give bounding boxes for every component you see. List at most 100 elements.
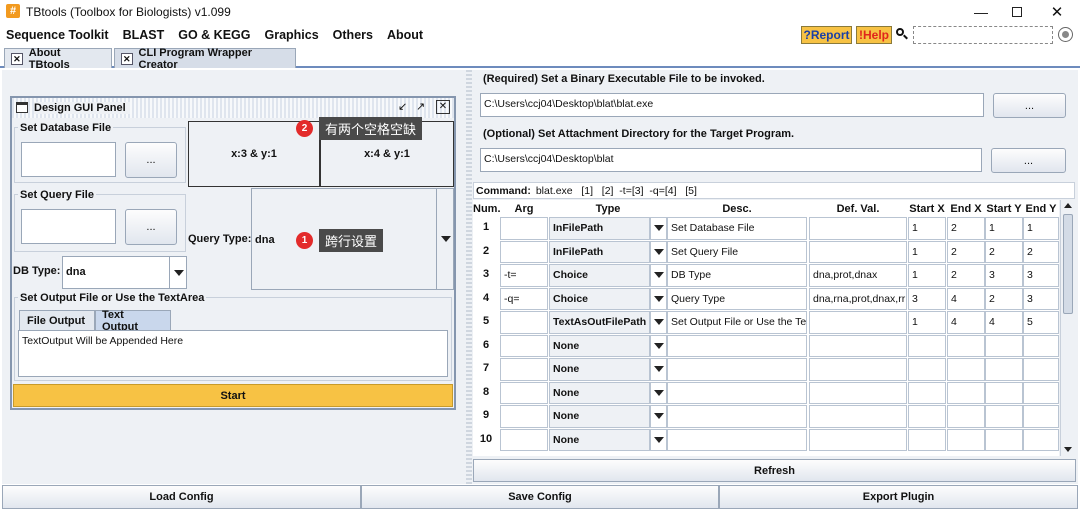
table-cell-sx[interactable]: 1 bbox=[908, 240, 946, 263]
chevron-down-icon[interactable] bbox=[169, 257, 187, 288]
db-file-input[interactable] bbox=[21, 142, 116, 177]
table-cell-ey[interactable]: 2 bbox=[1023, 240, 1059, 263]
table-cell-arg[interactable] bbox=[500, 405, 548, 428]
table-cell-def[interactable] bbox=[809, 358, 907, 381]
table-cell-sx[interactable] bbox=[908, 334, 946, 357]
table-cell-desc[interactable]: Set Database File bbox=[667, 217, 807, 240]
chevron-down-icon[interactable] bbox=[650, 334, 667, 357]
table-cell-desc[interactable] bbox=[667, 428, 807, 451]
table-cell-sx[interactable] bbox=[908, 358, 946, 381]
table-cell-sy[interactable]: 2 bbox=[985, 287, 1023, 310]
table-cell-arg[interactable]: -t= bbox=[500, 264, 548, 287]
table-cell-sx[interactable]: 3 bbox=[908, 287, 946, 310]
table-cell-type[interactable]: InFilePath bbox=[549, 240, 650, 263]
table-cell-ey[interactable]: 1 bbox=[1023, 217, 1059, 240]
table-cell-arg[interactable] bbox=[500, 334, 548, 357]
table-cell-sy[interactable] bbox=[985, 428, 1023, 451]
table-cell-ex[interactable]: 2 bbox=[947, 264, 985, 287]
table-cell-def[interactable] bbox=[809, 428, 907, 451]
export-plugin-button[interactable]: Export Plugin bbox=[719, 485, 1078, 509]
table-cell-ey[interactable] bbox=[1023, 358, 1059, 381]
table-cell-def[interactable] bbox=[809, 334, 907, 357]
table-cell-arg[interactable] bbox=[500, 428, 548, 451]
refresh-button[interactable]: Refresh bbox=[473, 459, 1076, 482]
chevron-down-icon[interactable] bbox=[650, 428, 667, 451]
menu-sequence-toolkit[interactable]: Sequence Toolkit bbox=[6, 28, 109, 42]
table-header[interactable]: Start Y bbox=[985, 203, 1023, 215]
db-file-browse-button[interactable]: ... bbox=[125, 142, 177, 178]
binary-browse-button[interactable]: ... bbox=[993, 93, 1066, 118]
table-cell-ex[interactable] bbox=[947, 334, 985, 357]
table-cell-type[interactable]: InFilePath bbox=[549, 217, 650, 240]
table-cell-desc[interactable]: Set Query File bbox=[667, 240, 807, 263]
table-cell-sy[interactable] bbox=[985, 405, 1023, 428]
splitter[interactable] bbox=[466, 70, 472, 484]
table-cell-arg[interactable] bbox=[500, 240, 548, 263]
table-cell-ex[interactable] bbox=[947, 405, 985, 428]
table-cell-arg[interactable]: -q= bbox=[500, 287, 548, 310]
table-cell-ex[interactable]: 4 bbox=[947, 287, 985, 310]
table-cell-type[interactable]: None bbox=[549, 381, 650, 404]
tab-file-output[interactable]: File Output bbox=[19, 310, 95, 330]
table-cell-ey[interactable] bbox=[1023, 334, 1059, 357]
table-cell-ey[interactable]: 3 bbox=[1023, 287, 1059, 310]
table-cell-ey[interactable] bbox=[1023, 428, 1059, 451]
table-cell-ex[interactable]: 2 bbox=[947, 240, 985, 263]
db-type-select[interactable]: dna bbox=[62, 256, 187, 289]
table-cell-type[interactable]: Choice bbox=[549, 264, 650, 287]
table-header[interactable]: Arg bbox=[500, 203, 548, 215]
tab-cli-wrapper[interactable]: ✕ CLI Program Wrapper Creator bbox=[114, 47, 296, 71]
table-cell-type[interactable]: TextAsOutFilePath bbox=[549, 311, 650, 334]
table-cell-sx[interactable] bbox=[908, 428, 946, 451]
table-cell-sy[interactable] bbox=[985, 358, 1023, 381]
table-header[interactable]: End Y bbox=[1023, 203, 1059, 215]
table-cell-desc[interactable]: Set Output File or Use the Te bbox=[667, 311, 807, 334]
table-cell-arg[interactable] bbox=[500, 358, 548, 381]
table-cell-desc[interactable]: Query Type bbox=[667, 287, 807, 310]
menu-others[interactable]: Others bbox=[333, 28, 373, 42]
tab-about-tbtools[interactable]: ✕ About TBtools bbox=[4, 47, 112, 71]
table-cell-sx[interactable]: 1 bbox=[908, 217, 946, 240]
table-header[interactable]: Type bbox=[549, 203, 667, 215]
chevron-down-icon[interactable] bbox=[650, 358, 667, 381]
chevron-down-icon[interactable] bbox=[650, 405, 667, 428]
table-header[interactable]: Start X bbox=[908, 203, 946, 215]
save-config-button[interactable]: Save Config bbox=[361, 485, 719, 509]
table-cell-type[interactable]: Choice bbox=[549, 287, 650, 310]
table-cell-sy[interactable] bbox=[985, 381, 1023, 404]
menu-graphics[interactable]: Graphics bbox=[264, 28, 318, 42]
table-cell-def[interactable] bbox=[809, 217, 907, 240]
maximize-icon[interactable]: ↗ bbox=[416, 100, 430, 114]
table-header[interactable]: End X bbox=[947, 203, 985, 215]
table-cell-desc[interactable] bbox=[667, 358, 807, 381]
table-cell-desc[interactable] bbox=[667, 381, 807, 404]
table-cell-sy[interactable]: 4 bbox=[985, 311, 1023, 334]
table-cell-sx[interactable]: 1 bbox=[908, 311, 946, 334]
table-cell-type[interactable]: None bbox=[549, 334, 650, 357]
table-cell-def[interactable] bbox=[809, 381, 907, 404]
scrollbar[interactable] bbox=[1060, 200, 1075, 456]
table-cell-ex[interactable] bbox=[947, 428, 985, 451]
close-icon[interactable]: ✕ bbox=[436, 100, 450, 114]
close-button[interactable]: ✕ bbox=[1034, 0, 1080, 24]
query-file-browse-button[interactable]: ... bbox=[125, 209, 177, 245]
table-cell-def[interactable]: dna,rna,prot,dnax,rr bbox=[809, 287, 907, 310]
table-cell-type[interactable]: None bbox=[549, 358, 650, 381]
chevron-down-icon[interactable] bbox=[650, 217, 667, 240]
table-header[interactable]: Num. bbox=[473, 203, 501, 215]
table-cell-sy[interactable]: 2 bbox=[985, 240, 1023, 263]
table-cell-sx[interactable] bbox=[908, 381, 946, 404]
table-cell-ex[interactable]: 4 bbox=[947, 311, 985, 334]
start-button[interactable]: Start bbox=[13, 384, 453, 407]
table-cell-def[interactable] bbox=[809, 405, 907, 428]
chevron-down-icon[interactable] bbox=[650, 311, 667, 334]
table-cell-ey[interactable] bbox=[1023, 381, 1059, 404]
chevron-down-icon[interactable] bbox=[650, 381, 667, 404]
table-cell-sy[interactable]: 1 bbox=[985, 217, 1023, 240]
table-cell-ex[interactable] bbox=[947, 358, 985, 381]
table-cell-sy[interactable] bbox=[985, 334, 1023, 357]
table-cell-ey[interactable]: 5 bbox=[1023, 311, 1059, 334]
output-textarea[interactable]: TextOutput Will be Appended Here bbox=[18, 330, 448, 377]
menu-blast[interactable]: BLAST bbox=[123, 28, 165, 42]
table-cell-def[interactable] bbox=[809, 311, 907, 334]
